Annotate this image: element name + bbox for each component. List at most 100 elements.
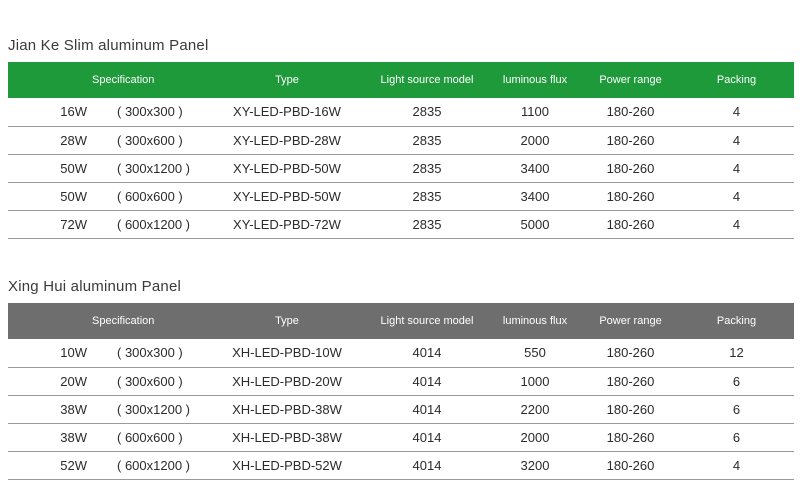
cell-packing: 6 [732,373,741,389]
cell-power: 180-260 [606,104,655,120]
header-power-range: Power range [599,315,662,327]
cell-watt: 72W [60,216,87,232]
cell-flux: 3400 [520,188,550,204]
cell-flux: 3400 [520,160,550,176]
cell-packing: 4 [732,188,741,204]
cell-power: 180-260 [606,216,655,232]
cell-flux: 2200 [520,401,550,417]
table-title: Xing Hui aluminum Panel [8,278,182,295]
table-row: 50W ( 600x600 ) XY-LED-PBD-50W 2835 3400… [8,182,794,210]
cell-type: XY-LED-PBD-28W [233,132,341,148]
cell-source: 4014 [412,429,442,445]
cell-packing: 4 [732,132,741,148]
table-row: 28W ( 300x600 ) XY-LED-PBD-28W 2835 2000… [8,126,794,154]
table-header-row: Specification Type Light source model lu… [8,62,794,98]
jianke-section: Jian Ke Slim aluminum Panel Specificatio… [8,36,794,239]
header-power-range: Power range [599,74,662,86]
cell-size: ( 300x1200 ) [117,401,190,417]
table-row: 10W ( 300x300 ) XH-LED-PBD-10W 4014 550 … [8,339,794,367]
header-luminous-flux: luminous flux [502,74,568,86]
cell-size: ( 300x300 ) [117,104,183,120]
header-packing: Packing [716,315,757,327]
table-header-row: Specification Type Light source model lu… [8,303,794,339]
cell-source: 4014 [412,401,442,417]
cell-watt: 38W [60,401,87,417]
cell-size: ( 600x600 ) [117,429,183,445]
cell-packing: 6 [732,401,741,417]
cell-size: ( 300x600 ) [117,373,183,389]
cell-source: 4014 [412,457,442,473]
table-row: 72W ( 600x1200 ) XY-LED-PBD-72W 2835 500… [8,210,794,238]
header-packing: Packing [716,74,757,86]
header-specification: Specification [92,315,155,327]
cell-source: 2835 [412,188,442,204]
table-row: 16W ( 300x300 ) XY-LED-PBD-16W 2835 1100… [8,98,794,126]
header-light-source-model: Light source model [380,74,474,86]
cell-watt: 38W [60,429,87,445]
cell-size: ( 300x1200 ) [117,160,190,176]
cell-flux: 5000 [520,216,550,232]
cell-size: ( 600x1200 ) [117,216,190,232]
cell-flux: 2000 [520,429,550,445]
cell-type: XH-LED-PBD-38W [232,429,342,445]
cell-flux: 3200 [520,457,550,473]
cell-power: 180-260 [606,429,655,445]
cell-size: ( 300x300 ) [117,345,183,361]
cell-watt: 20W [60,373,87,389]
cell-flux: 2000 [520,132,550,148]
cell-source: 2835 [412,160,442,176]
cell-packing: 6 [732,429,741,445]
header-type: Type [275,315,299,327]
cell-size: ( 300x600 ) [117,132,183,148]
cell-packing: 4 [732,216,741,232]
jianke-table: Specification Type Light source model lu… [8,62,794,239]
cell-power: 180-260 [606,160,655,176]
cell-type: XY-LED-PBD-50W [233,188,341,204]
table-row: 50W ( 300x1200 ) XY-LED-PBD-50W 2835 340… [8,154,794,182]
cell-type: XY-LED-PBD-50W [233,160,341,176]
cell-power: 180-260 [606,373,655,389]
cell-watt: 50W [60,188,87,204]
cell-power: 180-260 [606,188,655,204]
cell-size: ( 600x600 ) [117,188,183,204]
cell-power: 180-260 [606,132,655,148]
cell-flux: 1000 [520,373,550,389]
cell-packing: 12 [729,345,744,361]
cell-type: XY-LED-PBD-72W [233,216,341,232]
cell-watt: 52W [60,457,87,473]
cell-packing: 4 [732,104,741,120]
cell-source: 2835 [412,104,442,120]
cell-watt: 50W [60,160,87,176]
cell-power: 180-260 [606,457,655,473]
cell-source: 2835 [412,132,442,148]
cell-source: 4014 [412,345,442,361]
header-specification: Specification [92,74,155,86]
cell-type: XH-LED-PBD-10W [232,345,342,361]
header-type: Type [275,74,299,86]
cell-source: 2835 [412,216,442,232]
cell-power: 180-260 [606,345,655,361]
cell-type: XY-LED-PBD-16W [233,104,341,120]
cell-packing: 4 [732,457,741,473]
header-luminous-flux: luminous flux [502,315,568,327]
header-light-source-model: Light source model [380,315,474,327]
xinghui-section: Xing Hui aluminum Panel Specification Ty… [8,277,794,480]
table-row: 38W ( 300x1200 ) XH-LED-PBD-38W 4014 220… [8,395,794,423]
cell-power: 180-260 [606,401,655,417]
xinghui-table: Specification Type Light source model lu… [8,303,794,480]
table-row: 52W ( 600x1200 ) XH-LED-PBD-52W 4014 320… [8,451,794,479]
cell-watt: 10W [60,345,87,361]
cell-type: XH-LED-PBD-38W [232,401,342,417]
cell-watt: 16W [60,104,87,120]
cell-type: XH-LED-PBD-52W [232,457,342,473]
cell-packing: 4 [732,160,741,176]
table-row: 20W ( 300x600 ) XH-LED-PBD-20W 4014 1000… [8,367,794,395]
cell-source: 4014 [412,373,442,389]
cell-flux: 1100 [521,104,549,120]
cell-watt: 28W [60,132,87,148]
cell-size: ( 600x1200 ) [117,457,190,473]
table-title: Jian Ke Slim aluminum Panel [8,37,209,54]
cell-type: XH-LED-PBD-20W [232,373,342,389]
table-row: 38W ( 600x600 ) XH-LED-PBD-38W 4014 2000… [8,423,794,451]
cell-flux: 550 [524,345,546,361]
